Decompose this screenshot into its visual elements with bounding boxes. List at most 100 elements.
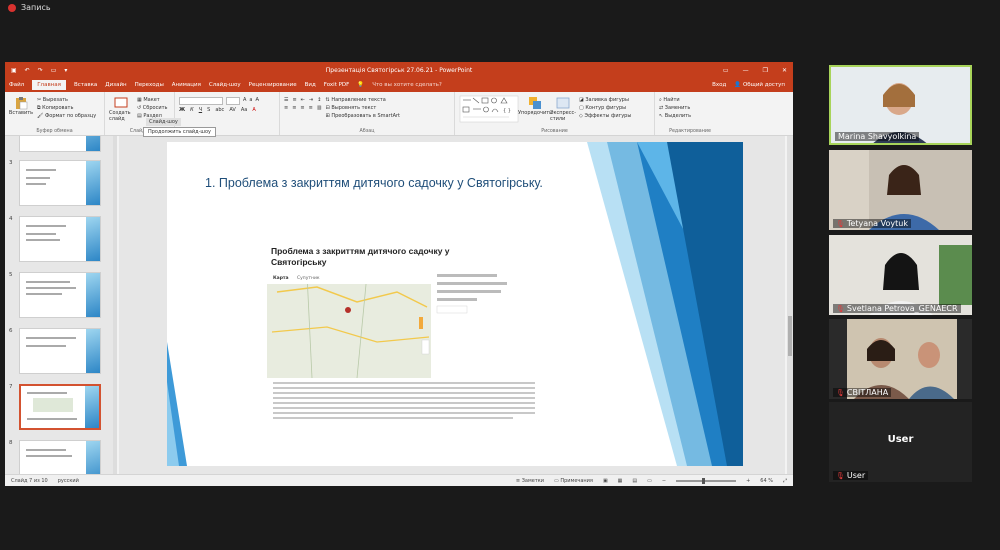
mic-muted-icon: 🎙 [836, 388, 845, 397]
find-button[interactable]: ⌕ Найти [659, 97, 691, 103]
zoom-out-icon[interactable]: − [662, 478, 666, 484]
tab-insert[interactable]: Вставка [74, 82, 97, 88]
customize-icon[interactable]: ▾ [64, 67, 67, 74]
participant-tile[interactable]: 🎙 СВІТЛАНА [829, 319, 972, 399]
undo-icon[interactable]: ↶ [25, 67, 30, 74]
tab-home[interactable]: Главная [32, 80, 66, 90]
shape-fill-button[interactable]: ◪ Заливка фигуры [579, 97, 631, 103]
shrink-font-icon[interactable]: a [249, 97, 252, 105]
close-icon[interactable]: ✕ [782, 67, 787, 74]
spacing-icon[interactable]: AV [229, 107, 236, 113]
font-color-icon[interactable]: A [252, 107, 255, 113]
paste-button[interactable]: Вставить [9, 94, 33, 133]
quick-styles-icon [556, 97, 570, 109]
ribbon-display-icon[interactable]: ▭ [723, 67, 729, 74]
slide-thumbnail-selected[interactable] [19, 384, 101, 430]
comments-button[interactable]: ▭ Примечания [554, 478, 593, 484]
clear-format-icon[interactable]: A̶ [256, 97, 259, 105]
align-center-icon[interactable]: ≡ [292, 105, 296, 111]
present-icon[interactable]: ▭ [51, 67, 57, 74]
numbering-icon[interactable]: ≡ [292, 97, 296, 103]
align-right-icon[interactable]: ≡ [300, 105, 304, 111]
columns-icon[interactable]: ▥ [317, 105, 322, 111]
tab-slideshow[interactable]: Слайд-шоу [209, 82, 241, 88]
participant-tile[interactable]: 🎙 Tetyana Voytuk [829, 150, 972, 230]
slide-thumbnail[interactable] [19, 216, 101, 262]
effects-icon: ◇ [579, 113, 583, 119]
redo-icon[interactable]: ↷ [38, 67, 43, 74]
format-painter-button[interactable]: 🖌 Формат по образцу [37, 113, 96, 119]
zoom-in-icon[interactable]: + [746, 478, 750, 484]
slide-thumbnail[interactable] [19, 272, 101, 318]
tab-view[interactable]: Вид [305, 82, 316, 88]
italic-icon[interactable]: К [190, 107, 194, 113]
decrease-indent-icon[interactable]: ⇤ [301, 97, 305, 103]
bullets-icon[interactable]: ☰ [284, 97, 288, 103]
layout-button[interactable]: ▦ Макет [137, 97, 167, 103]
thumbnail-scrollbar[interactable] [113, 136, 117, 474]
normal-view-icon[interactable]: ▣ [603, 478, 608, 484]
mic-muted-icon: 🎙 [836, 219, 845, 228]
tab-review[interactable]: Рецензирование [249, 82, 297, 88]
case-icon[interactable]: Aa [241, 107, 247, 113]
save-icon[interactable]: ▣ [11, 67, 17, 74]
slide-thumbnail[interactable] [19, 136, 101, 152]
zoom-level[interactable]: 64 % [760, 478, 773, 484]
slide-thumbnail[interactable] [19, 440, 101, 474]
shape-effects-button[interactable]: ◇ Эффекты фигуры [579, 113, 631, 119]
tab-transitions[interactable]: Переходы [135, 82, 164, 88]
participant-tile[interactable]: User 🎙 User [829, 402, 972, 482]
arrange-button[interactable]: Упорядочить [518, 94, 552, 133]
increase-indent-icon[interactable]: ⇥ [309, 97, 313, 103]
strikethrough-icon[interactable]: abc [215, 107, 224, 113]
slide-thumbnail[interactable] [19, 160, 101, 206]
justify-icon[interactable]: ≡ [309, 105, 313, 111]
tab-file[interactable]: Файл [9, 82, 24, 88]
reset-button[interactable]: ↺ Сбросить [137, 105, 167, 111]
sign-in-link[interactable]: Вход [712, 82, 726, 88]
align-text-button[interactable]: ⊟ Выровнять текст [326, 105, 400, 111]
text-direction-button[interactable]: ⇅ Направление текста [326, 97, 400, 103]
minimize-icon[interactable]: — [743, 67, 749, 74]
shapes-gallery[interactable]: { } [459, 94, 519, 124]
slide-thumbnail[interactable] [19, 328, 101, 374]
bold-icon[interactable]: Ж [179, 107, 185, 113]
shape-outline-button[interactable]: ▢ Контур фигуры [579, 105, 631, 111]
fit-slide-icon[interactable]: ⤢ [783, 478, 787, 484]
smartart-button[interactable]: ⊞ Преобразовать в SmartArt [326, 113, 400, 119]
slide-scrollbar[interactable] [787, 136, 793, 474]
sorter-view-icon[interactable]: ▦ [618, 478, 623, 484]
shadow-icon[interactable]: S [207, 107, 210, 113]
select-button[interactable]: ↖ Выделить [659, 113, 691, 119]
slideshow-tooltip-label: Слайд-шоу [146, 118, 181, 126]
share-button[interactable]: 👤 Общий доступ [734, 82, 785, 88]
copy-button[interactable]: ⧉ Копировать [37, 105, 96, 111]
slide-heading[interactable]: 1. Проблема з закриттям дитячого садочку… [205, 176, 543, 190]
tab-foxit[interactable]: Foxit PDF [324, 82, 350, 88]
slideshow-view-icon[interactable]: ▭ [647, 478, 652, 484]
comments-label: Примечания [560, 477, 593, 484]
notes-icon: ≡ [515, 477, 521, 484]
tell-me-search[interactable]: Что вы хотите сделать? [372, 82, 442, 88]
tab-design[interactable]: Дизайн [105, 82, 126, 88]
maximize-icon[interactable]: ❐ [763, 67, 768, 74]
grow-font-icon[interactable]: A [243, 97, 246, 105]
line-spacing-icon[interactable]: ↕ [317, 97, 321, 103]
replace-button[interactable]: ⇄ Заменить [659, 105, 691, 111]
font-name-box[interactable] [179, 97, 223, 105]
font-size-box[interactable] [226, 97, 240, 105]
tab-animations[interactable]: Анимация [172, 82, 201, 88]
language-indicator[interactable]: русский [58, 478, 79, 484]
underline-icon[interactable]: Ч [199, 107, 202, 113]
participant-tile-active[interactable]: Marina Shavyolkina [829, 65, 972, 145]
participant-tile[interactable]: 🎙 Svetlana Petrova_GENAECR [829, 235, 972, 315]
reading-view-icon[interactable]: ▤ [632, 478, 637, 484]
zoom-slider[interactable] [676, 477, 737, 484]
powerpoint-window: ▣ ↶ ↷ ▭ ▾ Презентація Святогірськ 27.06.… [5, 62, 793, 486]
cut-button[interactable]: ✂ Вырезать [37, 97, 96, 103]
quick-styles-button[interactable]: Экспресс-стили [550, 94, 576, 133]
align-left-icon[interactable]: ≡ [284, 105, 288, 111]
notes-button[interactable]: ≡ Заметки [516, 478, 544, 484]
new-slide-button[interactable]: Создать слайд [109, 94, 133, 133]
fill-icon: ◪ [579, 97, 584, 103]
